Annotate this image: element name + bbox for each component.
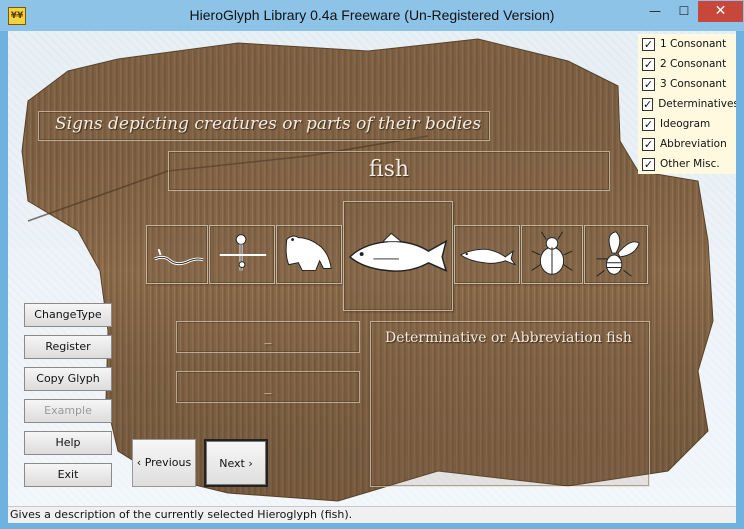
worm-glyph-icon bbox=[154, 248, 204, 266]
help-button[interactable]: Help bbox=[24, 431, 112, 455]
glyph-cell-fish[interactable] bbox=[343, 201, 453, 311]
next-button[interactable]: Next › bbox=[204, 439, 268, 487]
status-bar: Gives a description of the currently sel… bbox=[8, 506, 736, 523]
info-field-2-value: _ bbox=[264, 379, 272, 395]
info-field-1: _ bbox=[176, 321, 360, 353]
minimize-button[interactable]: — bbox=[641, 1, 669, 22]
filter-abbreviation[interactable]: ✓ Abbreviation bbox=[638, 134, 736, 154]
category-title: Signs depicting creatures or parts of th… bbox=[55, 114, 482, 134]
beetle-glyph-icon bbox=[531, 231, 573, 275]
filter-1-consonant[interactable]: ✓ 1 Consonant bbox=[638, 34, 736, 54]
checkbox-ideogram[interactable]: ✓ bbox=[642, 117, 655, 131]
checkbox-other-misc[interactable]: ✓ bbox=[642, 157, 655, 171]
info-field-1-value: _ bbox=[264, 329, 272, 345]
glyph-cell-beetle[interactable] bbox=[521, 225, 583, 284]
checkbox-2-consonant[interactable]: ✓ bbox=[642, 57, 655, 71]
filter-checklist: ✓ 1 Consonant ✓ 2 Consonant ✓ 3 Consonan… bbox=[638, 34, 736, 174]
category-title-panel: Signs depicting creatures or parts of th… bbox=[38, 111, 490, 141]
frog-glyph-icon bbox=[285, 235, 332, 271]
filter-label: Ideogram bbox=[660, 118, 711, 130]
filter-other-misc[interactable]: ✓ Other Misc. bbox=[638, 154, 736, 174]
glyph-name: fish bbox=[368, 157, 410, 182]
fish-glyph-icon bbox=[348, 232, 448, 273]
bee-glyph-icon bbox=[596, 231, 640, 277]
glyph-name-panel: fish bbox=[168, 151, 610, 191]
description-panel: Determinative or Abbreviation fish bbox=[370, 321, 650, 487]
register-button[interactable]: Register bbox=[24, 335, 112, 359]
exit-button[interactable]: Exit bbox=[24, 463, 112, 487]
checkbox-abbreviation[interactable]: ✓ bbox=[642, 137, 655, 151]
checkbox-1-consonant[interactable]: ✓ bbox=[642, 37, 655, 51]
filter-label: Other Misc. bbox=[660, 158, 720, 170]
glyph-cell-frog[interactable] bbox=[276, 225, 342, 284]
glyph-cell-small-fish[interactable] bbox=[454, 225, 520, 284]
client-area: Signs depicting creatures or parts of th… bbox=[8, 31, 736, 506]
window-title: HieroGlyph Library 0.4a Freeware (Un-Reg… bbox=[189, 7, 555, 23]
glyph-cell-bee[interactable] bbox=[584, 225, 648, 284]
close-button[interactable]: ✕ bbox=[698, 1, 743, 22]
maximize-button[interactable]: ☐ bbox=[670, 1, 698, 22]
filter-label: Determinatives bbox=[658, 98, 736, 110]
description-text: Determinative or Abbreviation fish bbox=[385, 330, 632, 346]
example-button[interactable]: Example bbox=[24, 399, 112, 423]
change-type-button[interactable]: ChangeType bbox=[24, 303, 112, 327]
filter-label: 3 Consonant bbox=[660, 78, 727, 90]
filter-label: 1 Consonant bbox=[660, 38, 727, 50]
filter-label: 2 Consonant bbox=[660, 58, 727, 70]
glyph-cell-worm[interactable] bbox=[146, 225, 208, 284]
small-fish-glyph-icon bbox=[460, 248, 517, 266]
filter-label: Abbreviation bbox=[660, 138, 727, 150]
checkbox-3-consonant[interactable]: ✓ bbox=[642, 77, 655, 91]
standard-glyph-icon bbox=[219, 234, 267, 271]
filter-determinatives[interactable]: ✓ Determinatives bbox=[638, 94, 736, 114]
filter-3-consonant[interactable]: ✓ 3 Consonant bbox=[638, 74, 736, 94]
previous-button[interactable]: ‹ Previous bbox=[132, 439, 196, 487]
filter-ideogram[interactable]: ✓ Ideogram bbox=[638, 114, 736, 134]
title-bar[interactable]: ¥¥ HieroGlyph Library 0.4a Freeware (Un-… bbox=[0, 0, 744, 31]
checkbox-determinatives[interactable]: ✓ bbox=[642, 97, 654, 111]
copy-glyph-button[interactable]: Copy Glyph bbox=[24, 367, 112, 391]
filter-2-consonant[interactable]: ✓ 2 Consonant bbox=[638, 54, 736, 74]
glyph-cell-standard[interactable] bbox=[209, 225, 275, 284]
info-field-2: _ bbox=[176, 371, 360, 403]
